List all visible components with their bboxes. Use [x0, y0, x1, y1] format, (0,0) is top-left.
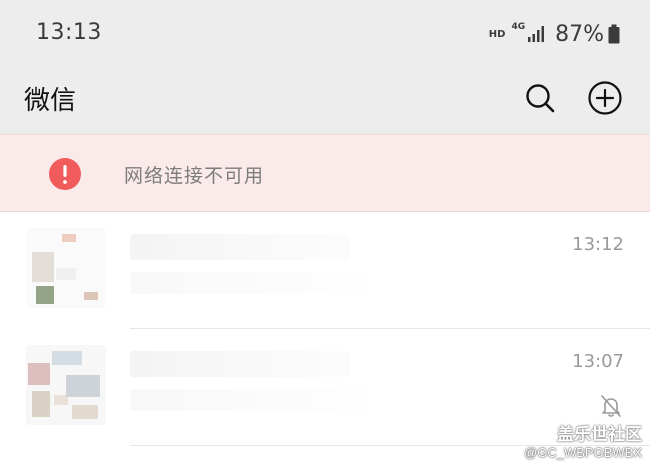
- avatar: [26, 345, 106, 425]
- alert-text: 网络连接不可用: [124, 165, 265, 187]
- exclamation-icon: [49, 158, 81, 190]
- status-indicators: HD 4G 87%: [489, 20, 620, 48]
- hd-label: HD: [488, 28, 506, 40]
- network-type-label: 4G: [511, 22, 526, 32]
- battery-icon: [608, 24, 620, 44]
- avatar: [26, 228, 106, 308]
- signal-icon: [528, 26, 545, 42]
- chat-preview-obscured: [130, 389, 370, 411]
- search-icon: [526, 84, 555, 113]
- mute-bell-icon: [601, 395, 621, 417]
- battery-percent: 87%: [555, 21, 604, 47]
- watermark-title: 盖乐世社区: [557, 425, 642, 445]
- page-title: 微信: [24, 86, 77, 116]
- search-button[interactable]: [520, 78, 560, 118]
- chat-name-obscured: [130, 234, 350, 260]
- status-time: 13:13: [36, 20, 102, 45]
- chat-preview-obscured: [130, 272, 370, 294]
- chat-name-obscured: [130, 351, 350, 377]
- chat-time: 13:07: [572, 351, 624, 372]
- network-alert-bar[interactable]: 网络连接不可用: [0, 134, 650, 212]
- watermark: 盖乐世社区 @GC_WBPGBWBX: [524, 420, 642, 460]
- plus-circle-icon: [588, 81, 622, 115]
- add-button[interactable]: [585, 78, 625, 118]
- watermark-handle: @GC_WBPGBWBX: [524, 445, 642, 460]
- nav-bar: 微信: [0, 68, 650, 134]
- chat-time: 13:12: [572, 234, 624, 255]
- status-bar: 13:13 HD 4G 87%: [0, 0, 650, 68]
- chat-list-item[interactable]: 13:12: [0, 212, 650, 329]
